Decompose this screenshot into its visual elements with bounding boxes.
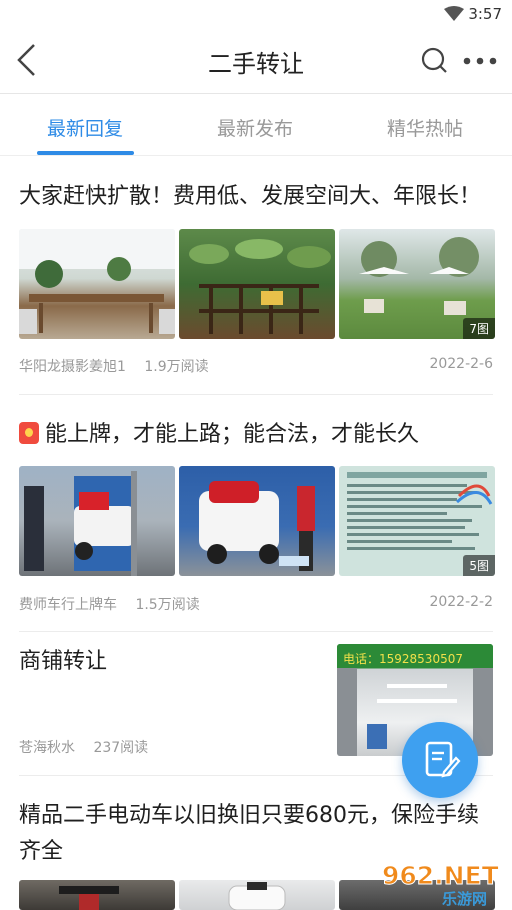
post-item[interactable]: 大家赶快扩散！费用低、发展空间大、年限长！ 7图 华阳龙摄影姜旭1 1.9万阅读… [0, 157, 512, 394]
post-reads: 1.9万阅读 [144, 359, 209, 375]
post-title: 能上牌，才能上路；能合法，才能长久 [19, 417, 493, 453]
watermark-logo: 962.NET 乐游网 [382, 861, 500, 909]
post-title: 商铺转让 [19, 649, 108, 674]
post-date: 2022-2-2 [429, 594, 493, 610]
post-item[interactable]: 能上牌，才能上路；能合法，才能长久 5图 费师车行上牌车 1.5万阅读 2022… [0, 395, 512, 631]
compose-button[interactable] [402, 722, 478, 798]
tab-bar: 最新回复 最新发布 精华热帖 [0, 94, 512, 156]
shop-sign-text: 电话：15928530507 [343, 652, 463, 666]
nav-bar: 二手转让 [0, 28, 512, 94]
tab-latest-post[interactable]: 最新发布 [170, 94, 340, 155]
tab-label: 精华热帖 [386, 118, 463, 140]
more-icon[interactable] [462, 56, 498, 66]
image-count-badge: 5图 [463, 555, 495, 576]
post-title: 大家赶快扩散！费用低、发展空间大、年限长！ [19, 184, 482, 209]
hot-badge-icon [19, 422, 39, 444]
post-meta: 华阳龙摄影姜旭1 1.9万阅读 2022-2-6 [19, 356, 493, 376]
status-bar: 3:57 [0, 0, 512, 28]
post-title-text: 能上牌，才能上路；能合法，才能长久 [45, 422, 420, 447]
post-image[interactable] [19, 466, 175, 576]
post-image[interactable] [179, 466, 335, 576]
post-meta: 苍海秋水 237阅读 [19, 737, 332, 757]
post-image[interactable]: 5图 [339, 466, 495, 576]
post-reads: 1.5万阅读 [135, 597, 200, 613]
post-image[interactable] [179, 229, 335, 339]
post-date: 2022-2-6 [429, 356, 493, 372]
post-author: 苍海秋水 [19, 740, 75, 756]
compose-icon [425, 741, 461, 778]
tab-label: 最新回复 [46, 118, 123, 140]
post-image[interactable] [179, 880, 335, 910]
post-image[interactable]: 7图 [339, 229, 495, 339]
post-author: 华阳龙摄影姜旭1 [19, 359, 126, 375]
tab-active-indicator [37, 151, 134, 155]
tab-label: 最新发布 [216, 118, 293, 140]
post-image-row: 7图 [19, 229, 495, 339]
post-author: 费师车行上牌车 [19, 597, 117, 613]
watermark-subtext: 乐游网 [442, 890, 487, 908]
image-count-badge: 7图 [463, 318, 495, 339]
status-time: 3:57 [468, 5, 502, 23]
post-image[interactable] [19, 880, 175, 910]
post-image-row: 5图 [19, 466, 495, 576]
post-reads: 237阅读 [93, 740, 149, 756]
watermark-text: 962.NET [382, 861, 499, 890]
post-meta: 费师车行上牌车 1.5万阅读 2022-2-2 [19, 594, 493, 614]
post-image[interactable] [19, 229, 175, 339]
tab-featured[interactable]: 精华热帖 [340, 94, 510, 155]
wifi-icon [444, 6, 464, 21]
tab-latest-reply[interactable]: 最新回复 [0, 94, 170, 155]
search-icon[interactable] [420, 46, 450, 76]
